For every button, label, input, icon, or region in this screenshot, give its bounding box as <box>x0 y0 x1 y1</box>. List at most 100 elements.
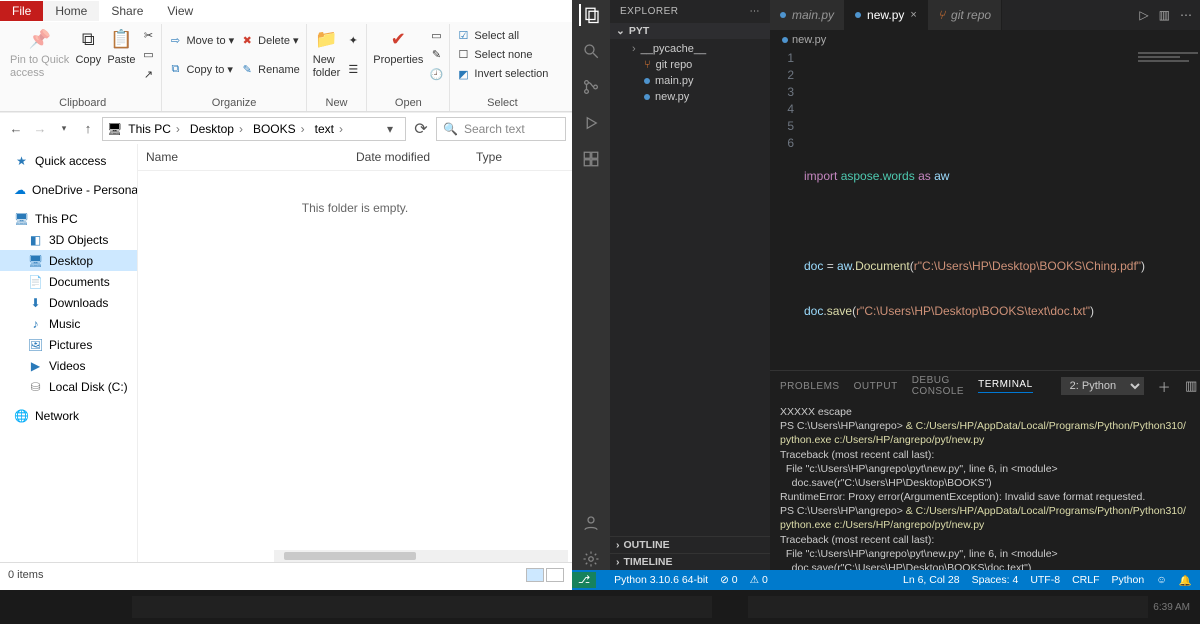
file-new-py[interactable]: new.py <box>610 89 770 105</box>
search-activity-icon[interactable] <box>580 40 602 62</box>
move-to-button[interactable]: ⇨Move to ▾ <box>168 33 234 48</box>
tree-documents[interactable]: 📄Documents <box>0 271 137 292</box>
status-language[interactable]: Python <box>1111 574 1144 586</box>
panel-tab-debug[interactable]: DEBUG CONSOLE <box>912 375 964 397</box>
project-section[interactable]: ⌄PYT <box>610 23 770 39</box>
select-none-button[interactable]: ☐Select none <box>456 47 548 62</box>
tab-git-repo[interactable]: ⑂git repo <box>928 0 1002 30</box>
select-all-button[interactable]: ☑Select all <box>456 28 548 43</box>
extensions-activity-icon[interactable] <box>580 148 602 170</box>
refresh-button[interactable]: ⟳ <box>410 119 432 139</box>
network-node[interactable]: 🌐Network <box>0 405 137 426</box>
up-button[interactable]: ↑ <box>78 121 98 136</box>
easy-access-button[interactable]: ☰ <box>346 62 360 77</box>
new-terminal-button[interactable]: ＋ <box>1158 377 1172 396</box>
file-menu[interactable]: File <box>0 1 43 21</box>
close-icon[interactable]: × <box>910 9 916 21</box>
copy-path-button[interactable]: ▭ <box>141 47 155 62</box>
delete-button[interactable]: ✖Delete ▾ <box>240 33 300 48</box>
split-terminal-button[interactable]: ▥ <box>1185 378 1198 394</box>
copy-button[interactable]: ⧉Copy <box>75 26 101 67</box>
tab-home[interactable]: Home <box>43 1 99 21</box>
forward-button[interactable]: → <box>30 121 50 136</box>
crumb-this-pc[interactable]: This PC <box>124 122 184 136</box>
scm-activity-icon[interactable] <box>580 76 602 98</box>
status-eol[interactable]: CRLF <box>1072 574 1099 586</box>
invert-selection-button[interactable]: ◩Invert selection <box>456 67 548 82</box>
search-input[interactable]: 🔍 Search text <box>436 117 566 141</box>
windows-taskbar[interactable]: 6:39 AM <box>0 590 1200 624</box>
file-main-py[interactable]: main.py <box>610 73 770 89</box>
pin-quick-access-button[interactable]: 📌Pin to Quick access <box>10 26 69 79</box>
col-type[interactable]: Type <box>468 144 538 170</box>
remote-indicator[interactable]: ⎇ <box>572 572 596 588</box>
terminal-shell-select[interactable]: 2: Python <box>1061 377 1144 395</box>
details-view-button[interactable] <box>526 568 544 582</box>
paste-button[interactable]: 📋Paste <box>107 26 135 67</box>
status-warnings[interactable]: ⚠ 0 <box>750 574 768 586</box>
status-spaces[interactable]: Spaces: 4 <box>972 574 1019 586</box>
outline-section[interactable]: ›OUTLINE <box>610 536 770 553</box>
address-bar[interactable]: 🖥 This PC Desktop BOOKS text ▾ <box>102 117 406 141</box>
properties-button[interactable]: ✔Properties <box>373 26 423 67</box>
explorer-activity-icon[interactable] <box>579 4 601 26</box>
status-cursor[interactable]: Ln 6, Col 28 <box>903 574 960 586</box>
minimap[interactable] <box>1138 52 1198 72</box>
edit-button[interactable]: ✎ <box>429 47 443 62</box>
tree-local-disk[interactable]: ⛁Local Disk (C:) <box>0 376 137 397</box>
tab-new-py[interactable]: new.py× <box>845 0 928 30</box>
onedrive-node[interactable]: ☁OneDrive - Personal <box>0 179 137 200</box>
quick-access-node[interactable]: ★Quick access <box>0 150 137 171</box>
horizontal-scrollbar[interactable] <box>274 550 568 562</box>
crumb-text[interactable]: text <box>311 122 347 136</box>
copy-to-button[interactable]: ⧉Copy to ▾ <box>168 62 234 77</box>
tree-desktop[interactable]: 🖥Desktop <box>0 250 137 271</box>
split-editor-icon[interactable]: ▥ <box>1159 8 1170 22</box>
file-gitrepo[interactable]: ⑂git repo <box>610 57 770 73</box>
terminal-output[interactable]: XXXXX escapePS C:\Users\HP\angrepo> & C:… <box>770 401 1200 570</box>
status-notifications-icon[interactable]: 🔔 <box>1179 574 1192 587</box>
this-pc-node[interactable]: 🖥This PC <box>0 208 137 229</box>
status-encoding[interactable]: UTF-8 <box>1030 574 1060 586</box>
tree-downloads[interactable]: ⬇Downloads <box>0 292 137 313</box>
tab-main-py[interactable]: main.py <box>770 0 845 30</box>
more-icon[interactable]: ⋯ <box>750 6 761 17</box>
gear-icon[interactable] <box>580 548 602 570</box>
status-errors[interactable]: ⊘ 0 <box>720 574 738 586</box>
timeline-section[interactable]: ›TIMELINE <box>610 553 770 570</box>
new-item-button[interactable]: ✦ <box>346 33 360 48</box>
history-button[interactable]: 🕘 <box>429 67 443 82</box>
account-icon[interactable] <box>580 512 602 534</box>
panel-tab-terminal[interactable]: TERMINAL <box>978 379 1033 393</box>
tree-videos[interactable]: ▶Videos <box>0 355 137 376</box>
open-button[interactable]: ▭ <box>429 28 443 43</box>
panel-tab-output[interactable]: OUTPUT <box>854 381 898 392</box>
new-folder-button[interactable]: 📁New folder <box>313 26 341 79</box>
breadcrumb[interactable]: new.py <box>770 30 1200 50</box>
run-icon[interactable]: ▷ <box>1139 8 1148 22</box>
status-python[interactable]: Python 3.10.6 64-bit <box>614 574 708 586</box>
col-date[interactable]: Date modified <box>348 144 468 170</box>
back-button[interactable]: ← <box>6 121 26 136</box>
tab-share[interactable]: Share <box>99 1 155 21</box>
panel-tab-problems[interactable]: PROBLEMS <box>780 381 840 392</box>
crumb-desktop[interactable]: Desktop <box>186 122 247 136</box>
rename-button[interactable]: ✎Rename <box>240 62 300 77</box>
paste-shortcut-button[interactable]: ↗ <box>141 67 155 82</box>
tree-music[interactable]: ♪Music <box>0 313 137 334</box>
recent-button[interactable]: ▾ <box>54 123 74 134</box>
large-icons-view-button[interactable] <box>546 568 564 582</box>
search-icon: 🔍 <box>443 122 458 136</box>
dropdown-icon[interactable]: ▾ <box>379 122 401 136</box>
status-feedback[interactable]: ☺ <box>1156 574 1167 586</box>
more-icon[interactable]: ⋯ <box>1180 8 1192 22</box>
tree-3d-objects[interactable]: ◧3D Objects <box>0 229 137 250</box>
code-editor[interactable]: 1 2 3 4 5 6 import aspose.words as aw do… <box>770 50 1200 370</box>
debug-activity-icon[interactable] <box>580 112 602 134</box>
cut-button[interactable]: ✂ <box>141 28 155 43</box>
tree-pictures[interactable]: 🖼Pictures <box>0 334 137 355</box>
file-pycache[interactable]: ›__pycache__ <box>610 41 770 57</box>
col-name[interactable]: Name <box>138 144 348 170</box>
tab-view[interactable]: View <box>155 1 205 21</box>
crumb-books[interactable]: BOOKS <box>249 122 309 136</box>
